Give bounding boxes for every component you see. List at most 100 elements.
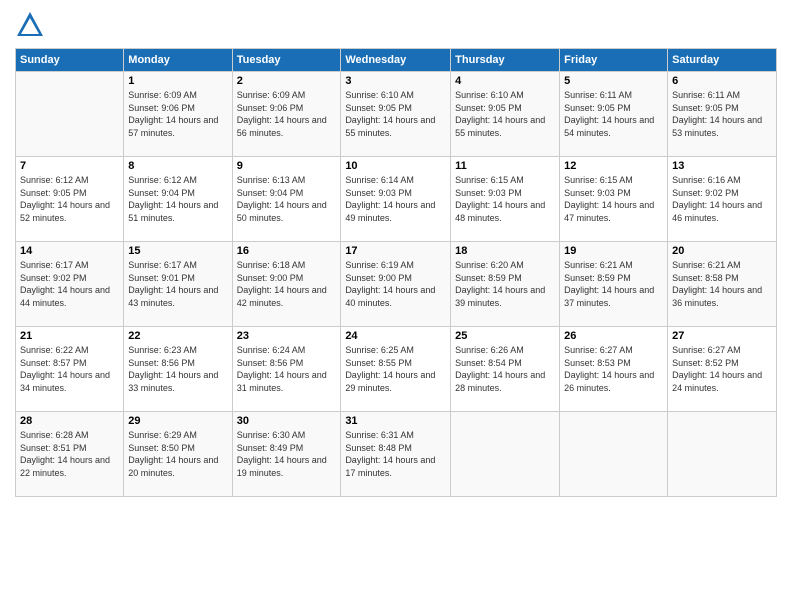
logo-icon [15, 10, 45, 40]
day-number: 16 [237, 245, 337, 257]
day-number: 24 [345, 330, 446, 342]
calendar-day-cell: 12 Sunrise: 6:15 AM Sunset: 9:03 PM Dayl… [560, 157, 668, 242]
day-header-saturday: Saturday [668, 49, 777, 72]
day-info: Sunrise: 6:12 AM Sunset: 9:05 PM Dayligh… [20, 174, 119, 224]
calendar-day-cell: 26 Sunrise: 6:27 AM Sunset: 8:53 PM Dayl… [560, 327, 668, 412]
day-info: Sunrise: 6:15 AM Sunset: 9:03 PM Dayligh… [455, 174, 555, 224]
day-number: 18 [455, 245, 555, 257]
calendar-day-cell: 23 Sunrise: 6:24 AM Sunset: 8:56 PM Dayl… [232, 327, 341, 412]
page-container: SundayMondayTuesdayWednesdayThursdayFrid… [0, 0, 792, 612]
calendar-day-cell [16, 72, 124, 157]
day-number: 31 [345, 415, 446, 427]
logo [15, 10, 49, 40]
day-number: 22 [128, 330, 227, 342]
calendar-day-cell: 7 Sunrise: 6:12 AM Sunset: 9:05 PM Dayli… [16, 157, 124, 242]
day-info: Sunrise: 6:21 AM Sunset: 8:59 PM Dayligh… [564, 259, 663, 309]
day-info: Sunrise: 6:09 AM Sunset: 9:06 PM Dayligh… [237, 89, 337, 139]
calendar-day-cell: 6 Sunrise: 6:11 AM Sunset: 9:05 PM Dayli… [668, 72, 777, 157]
calendar-week-row: 7 Sunrise: 6:12 AM Sunset: 9:05 PM Dayli… [16, 157, 777, 242]
calendar-day-cell: 14 Sunrise: 6:17 AM Sunset: 9:02 PM Dayl… [16, 242, 124, 327]
day-info: Sunrise: 6:11 AM Sunset: 9:05 PM Dayligh… [672, 89, 772, 139]
calendar-day-cell [668, 412, 777, 497]
day-number: 29 [128, 415, 227, 427]
day-info: Sunrise: 6:11 AM Sunset: 9:05 PM Dayligh… [564, 89, 663, 139]
calendar-day-cell: 16 Sunrise: 6:18 AM Sunset: 9:00 PM Dayl… [232, 242, 341, 327]
calendar-day-cell [560, 412, 668, 497]
day-number: 8 [128, 160, 227, 172]
day-header-friday: Friday [560, 49, 668, 72]
calendar-day-cell: 3 Sunrise: 6:10 AM Sunset: 9:05 PM Dayli… [341, 72, 451, 157]
day-number: 27 [672, 330, 772, 342]
day-number: 19 [564, 245, 663, 257]
calendar-day-cell: 27 Sunrise: 6:27 AM Sunset: 8:52 PM Dayl… [668, 327, 777, 412]
day-info: Sunrise: 6:28 AM Sunset: 8:51 PM Dayligh… [20, 429, 119, 479]
calendar-day-cell: 28 Sunrise: 6:28 AM Sunset: 8:51 PM Dayl… [16, 412, 124, 497]
day-info: Sunrise: 6:10 AM Sunset: 9:05 PM Dayligh… [345, 89, 446, 139]
day-info: Sunrise: 6:25 AM Sunset: 8:55 PM Dayligh… [345, 344, 446, 394]
calendar-day-cell: 8 Sunrise: 6:12 AM Sunset: 9:04 PM Dayli… [124, 157, 232, 242]
calendar-day-cell: 5 Sunrise: 6:11 AM Sunset: 9:05 PM Dayli… [560, 72, 668, 157]
calendar-day-cell: 17 Sunrise: 6:19 AM Sunset: 9:00 PM Dayl… [341, 242, 451, 327]
calendar-day-cell: 18 Sunrise: 6:20 AM Sunset: 8:59 PM Dayl… [451, 242, 560, 327]
day-number: 13 [672, 160, 772, 172]
day-number: 20 [672, 245, 772, 257]
calendar-day-cell: 10 Sunrise: 6:14 AM Sunset: 9:03 PM Dayl… [341, 157, 451, 242]
day-info: Sunrise: 6:29 AM Sunset: 8:50 PM Dayligh… [128, 429, 227, 479]
day-number: 9 [237, 160, 337, 172]
calendar-day-cell [451, 412, 560, 497]
day-number: 6 [672, 75, 772, 87]
day-info: Sunrise: 6:31 AM Sunset: 8:48 PM Dayligh… [345, 429, 446, 479]
day-number: 30 [237, 415, 337, 427]
page-header [15, 10, 777, 40]
day-info: Sunrise: 6:21 AM Sunset: 8:58 PM Dayligh… [672, 259, 772, 309]
calendar-week-row: 1 Sunrise: 6:09 AM Sunset: 9:06 PM Dayli… [16, 72, 777, 157]
day-info: Sunrise: 6:18 AM Sunset: 9:00 PM Dayligh… [237, 259, 337, 309]
day-number: 23 [237, 330, 337, 342]
day-number: 7 [20, 160, 119, 172]
calendar-week-row: 14 Sunrise: 6:17 AM Sunset: 9:02 PM Dayl… [16, 242, 777, 327]
day-info: Sunrise: 6:17 AM Sunset: 9:01 PM Dayligh… [128, 259, 227, 309]
calendar-day-cell: 20 Sunrise: 6:21 AM Sunset: 8:58 PM Dayl… [668, 242, 777, 327]
day-info: Sunrise: 6:27 AM Sunset: 8:52 PM Dayligh… [672, 344, 772, 394]
day-number: 26 [564, 330, 663, 342]
day-info: Sunrise: 6:24 AM Sunset: 8:56 PM Dayligh… [237, 344, 337, 394]
day-number: 5 [564, 75, 663, 87]
calendar-day-cell: 19 Sunrise: 6:21 AM Sunset: 8:59 PM Dayl… [560, 242, 668, 327]
day-info: Sunrise: 6:30 AM Sunset: 8:49 PM Dayligh… [237, 429, 337, 479]
day-info: Sunrise: 6:15 AM Sunset: 9:03 PM Dayligh… [564, 174, 663, 224]
calendar-day-cell: 13 Sunrise: 6:16 AM Sunset: 9:02 PM Dayl… [668, 157, 777, 242]
day-info: Sunrise: 6:26 AM Sunset: 8:54 PM Dayligh… [455, 344, 555, 394]
calendar-week-row: 21 Sunrise: 6:22 AM Sunset: 8:57 PM Dayl… [16, 327, 777, 412]
day-number: 12 [564, 160, 663, 172]
calendar-day-cell: 25 Sunrise: 6:26 AM Sunset: 8:54 PM Dayl… [451, 327, 560, 412]
day-number: 3 [345, 75, 446, 87]
day-info: Sunrise: 6:22 AM Sunset: 8:57 PM Dayligh… [20, 344, 119, 394]
day-info: Sunrise: 6:19 AM Sunset: 9:00 PM Dayligh… [345, 259, 446, 309]
day-info: Sunrise: 6:16 AM Sunset: 9:02 PM Dayligh… [672, 174, 772, 224]
day-header-monday: Monday [124, 49, 232, 72]
calendar-day-cell: 11 Sunrise: 6:15 AM Sunset: 9:03 PM Dayl… [451, 157, 560, 242]
day-info: Sunrise: 6:23 AM Sunset: 8:56 PM Dayligh… [128, 344, 227, 394]
day-number: 1 [128, 75, 227, 87]
day-info: Sunrise: 6:12 AM Sunset: 9:04 PM Dayligh… [128, 174, 227, 224]
day-info: Sunrise: 6:17 AM Sunset: 9:02 PM Dayligh… [20, 259, 119, 309]
day-number: 25 [455, 330, 555, 342]
calendar-day-cell: 4 Sunrise: 6:10 AM Sunset: 9:05 PM Dayli… [451, 72, 560, 157]
day-header-thursday: Thursday [451, 49, 560, 72]
calendar-day-cell: 21 Sunrise: 6:22 AM Sunset: 8:57 PM Dayl… [16, 327, 124, 412]
day-info: Sunrise: 6:09 AM Sunset: 9:06 PM Dayligh… [128, 89, 227, 139]
calendar-day-cell: 2 Sunrise: 6:09 AM Sunset: 9:06 PM Dayli… [232, 72, 341, 157]
day-number: 17 [345, 245, 446, 257]
calendar-day-cell: 9 Sunrise: 6:13 AM Sunset: 9:04 PM Dayli… [232, 157, 341, 242]
calendar-day-cell: 15 Sunrise: 6:17 AM Sunset: 9:01 PM Dayl… [124, 242, 232, 327]
day-number: 14 [20, 245, 119, 257]
day-header-tuesday: Tuesday [232, 49, 341, 72]
day-header-sunday: Sunday [16, 49, 124, 72]
calendar-table: SundayMondayTuesdayWednesdayThursdayFrid… [15, 48, 777, 497]
day-number: 21 [20, 330, 119, 342]
calendar-day-cell: 22 Sunrise: 6:23 AM Sunset: 8:56 PM Dayl… [124, 327, 232, 412]
calendar-day-cell: 24 Sunrise: 6:25 AM Sunset: 8:55 PM Dayl… [341, 327, 451, 412]
day-number: 4 [455, 75, 555, 87]
calendar-day-cell: 31 Sunrise: 6:31 AM Sunset: 8:48 PM Dayl… [341, 412, 451, 497]
calendar-day-cell: 30 Sunrise: 6:30 AM Sunset: 8:49 PM Dayl… [232, 412, 341, 497]
